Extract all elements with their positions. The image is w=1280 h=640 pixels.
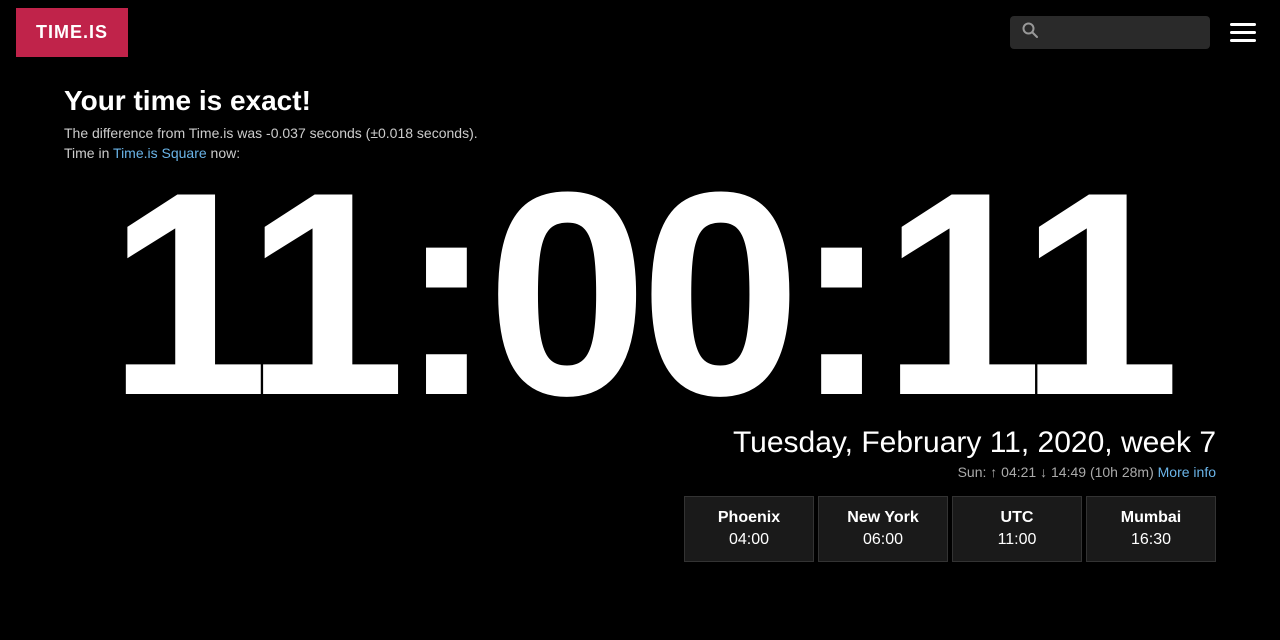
world-clocks: Phoenix 04:00 New York 06:00 UTC 11:00 M…: [0, 496, 1280, 562]
world-clock-city: New York: [843, 509, 923, 527]
sunset-arrow: ↓: [1040, 464, 1047, 480]
hamburger-line-3: [1230, 39, 1256, 42]
sunrise-arrow: ↑: [990, 464, 997, 480]
world-clock-time: 06:00: [843, 531, 923, 549]
world-clock-time: 16:30: [1111, 531, 1191, 549]
header: TIME.IS: [0, 0, 1280, 65]
main-content: Your time is exact! The difference from …: [0, 65, 1280, 418]
clock-display: 11:00:11: [64, 171, 1216, 418]
header-right: [1010, 15, 1264, 50]
world-clock-city: Phoenix: [709, 509, 789, 527]
search-icon: [1022, 22, 1038, 43]
search-bar[interactable]: [1010, 16, 1210, 49]
time-in-prefix: Time in: [64, 145, 109, 161]
sun-line: Sun: ↑ 04:21 ↓ 14:49 (10h 28m) More info: [0, 464, 1280, 480]
exact-title: Your time is exact!: [64, 85, 1216, 117]
world-clock-card[interactable]: Phoenix 04:00: [684, 496, 814, 562]
world-clock-city: Mumbai: [1111, 509, 1191, 527]
world-clock-card[interactable]: UTC 11:00: [952, 496, 1082, 562]
sunset-time: 14:49: [1051, 464, 1086, 480]
hamburger-line-1: [1230, 23, 1256, 26]
hamburger-button[interactable]: [1222, 15, 1264, 50]
world-clock-card[interactable]: Mumbai 16:30: [1086, 496, 1216, 562]
more-info-link[interactable]: More info: [1158, 464, 1216, 480]
sun-prefix: Sun:: [958, 464, 987, 480]
world-clock-city: UTC: [977, 509, 1057, 527]
logo[interactable]: TIME.IS: [16, 8, 128, 57]
sun-duration: (10h 28m): [1090, 464, 1154, 480]
sunrise-time: 04:21: [1001, 464, 1036, 480]
search-input[interactable]: [1046, 25, 1198, 41]
hamburger-line-2: [1230, 31, 1256, 34]
world-clock-time: 11:00: [977, 531, 1057, 549]
world-clock-time: 04:00: [709, 531, 789, 549]
clock-time: 11:00:11: [108, 171, 1173, 418]
world-clock-card[interactable]: New York 06:00: [818, 496, 948, 562]
